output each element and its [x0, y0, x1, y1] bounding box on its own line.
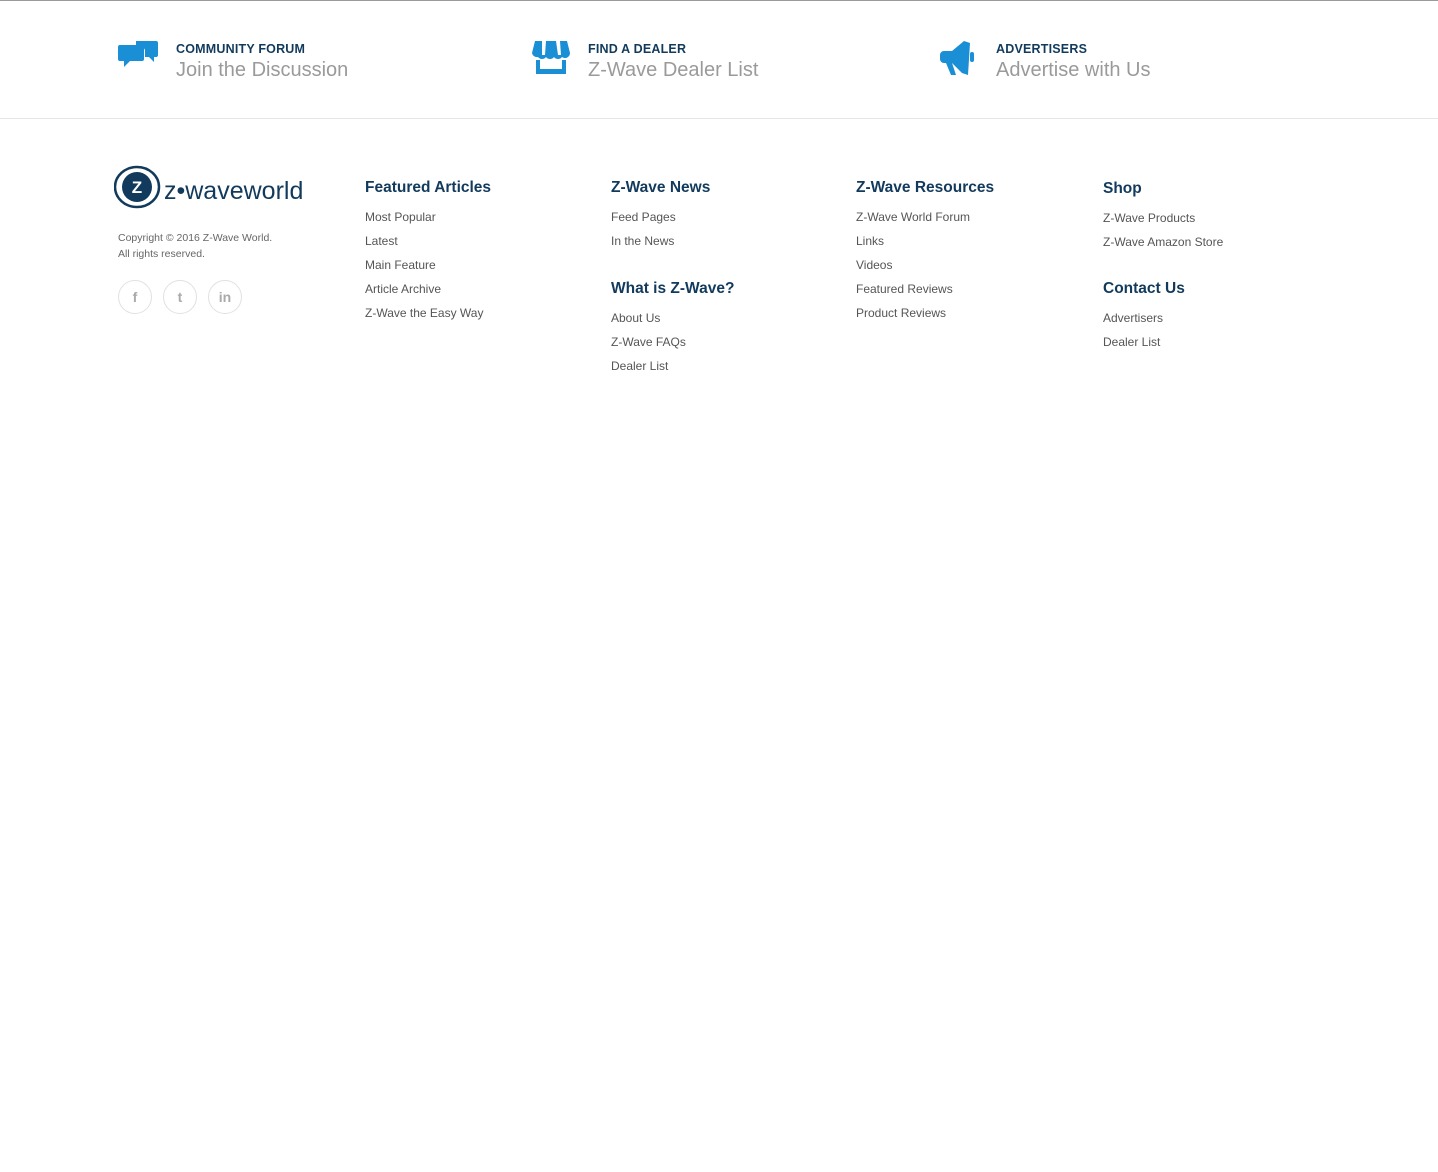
- twitter-icon[interactable]: t: [163, 280, 197, 314]
- footer-link[interactable]: Dealer List: [611, 358, 734, 382]
- shop-column: Shop Z-Wave Products Z-Wave Amazon Store: [1103, 180, 1223, 258]
- footer-link[interactable]: Z-Wave FAQs: [611, 334, 734, 358]
- facebook-icon[interactable]: f: [118, 280, 152, 314]
- zwaveworld-logo[interactable]: Z z•waveworld: [113, 163, 304, 216]
- cta-headline[interactable]: Join the Discussion: [176, 59, 348, 82]
- cta-kicker: FIND A DEALER: [588, 42, 687, 56]
- storefront-icon: [532, 41, 570, 74]
- contact-us-column: Contact Us Advertisers Dealer List: [1103, 280, 1185, 358]
- cta-kicker: ADVERTISERS: [996, 42, 1088, 56]
- footer-link[interactable]: Featured Reviews: [856, 281, 994, 305]
- footer-link[interactable]: In the News: [611, 233, 710, 257]
- copyright-line: Copyright © 2016 Z-Wave World.: [118, 232, 273, 244]
- footer-link[interactable]: Z-Wave the Easy Way: [365, 305, 491, 329]
- zwave-resources-column: Z-Wave Resources Z-Wave World Forum Link…: [856, 179, 994, 329]
- logo-text: z•waveworld: [164, 177, 303, 205]
- advertisers-cta[interactable]: ADVERTISERS Advertise with Us: [938, 39, 1151, 82]
- footer-link[interactable]: Article Archive: [365, 281, 491, 305]
- footer-link[interactable]: Z-Wave Amazon Store: [1103, 234, 1223, 258]
- cta-headline[interactable]: Z-Wave Dealer List: [588, 59, 758, 82]
- find-dealer-cta[interactable]: FIND A DEALER Z-Wave Dealer List: [530, 39, 758, 82]
- column-title: Contact Us: [1103, 280, 1185, 297]
- footer-link[interactable]: About Us: [611, 310, 734, 334]
- cta-bar: COMMUNITY FORUM Join the Discussion FIND…: [0, 1, 1438, 119]
- zwave-news-column: Z-Wave News Feed Pages In the News: [611, 179, 710, 257]
- footer-link[interactable]: Links: [856, 233, 994, 257]
- column-title: Shop: [1103, 180, 1142, 197]
- what-is-zwave-column: What is Z-Wave? About Us Z-Wave FAQs Dea…: [611, 280, 734, 382]
- column-title: Z-Wave News: [611, 179, 711, 196]
- footer-link[interactable]: Product Reviews: [856, 305, 994, 329]
- megaphone-icon: [940, 41, 974, 75]
- column-title: Z-Wave Resources: [856, 179, 995, 196]
- footer-link[interactable]: Latest: [365, 233, 491, 257]
- community-forum-cta[interactable]: COMMUNITY FORUM Join the Discussion: [118, 39, 348, 82]
- column-title: What is Z-Wave?: [611, 280, 735, 297]
- cta-headline[interactable]: Advertise with Us: [996, 59, 1151, 82]
- zwave-logo-mark: Z z•waveworld: [113, 165, 303, 209]
- rights-line: All rights reserved.: [118, 248, 205, 260]
- footer-link[interactable]: Advertisers: [1103, 310, 1185, 334]
- featured-articles-column: Featured Articles Most Popular Latest Ma…: [365, 179, 491, 329]
- footer-link[interactable]: Main Feature: [365, 257, 491, 281]
- linkedin-icon[interactable]: in: [208, 280, 242, 314]
- svg-text:Z: Z: [132, 178, 142, 197]
- cta-kicker: COMMUNITY FORUM: [176, 42, 306, 56]
- column-title: Featured Articles: [365, 179, 492, 196]
- footer-link[interactable]: Z-Wave World Forum: [856, 209, 994, 233]
- footer-link[interactable]: Videos: [856, 257, 994, 281]
- footer-link[interactable]: Z-Wave Products: [1103, 210, 1223, 234]
- footer-link[interactable]: Feed Pages: [611, 209, 710, 233]
- footer-link[interactable]: Dealer List: [1103, 334, 1185, 358]
- footer-link[interactable]: Most Popular: [365, 209, 491, 233]
- chat-bubbles-icon: [118, 41, 158, 67]
- copyright: Copyright © 2016 Z-Wave World. All right…: [118, 230, 272, 262]
